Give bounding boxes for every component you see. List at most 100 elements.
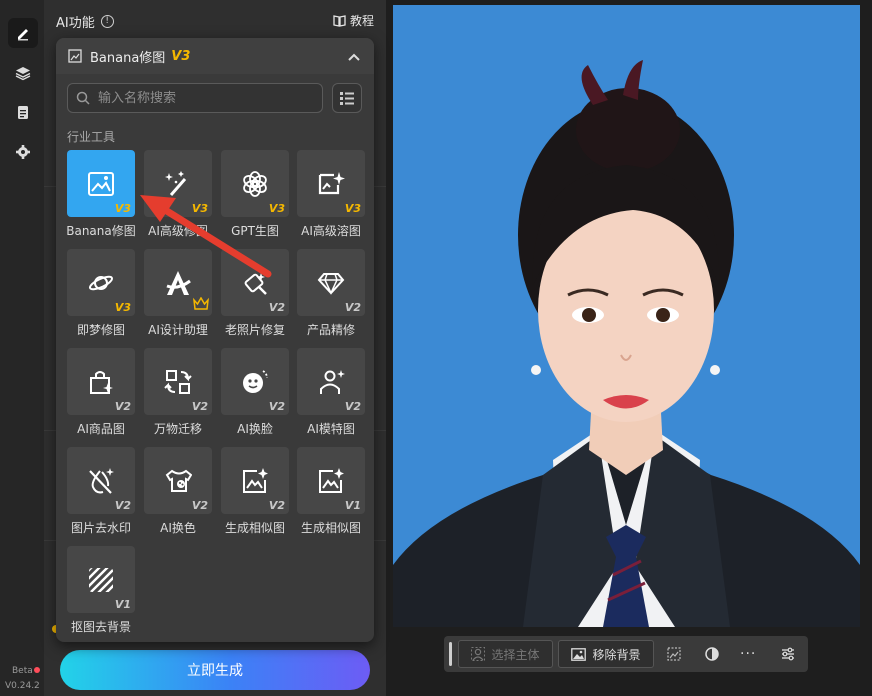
tool-ai-advanced-blend[interactable]: V3 AI高级溶图 [297,150,375,242]
image-sparkle-icon [319,467,344,493]
version-badge: V1 [344,499,361,512]
tool-label: AI商品图 [77,422,125,436]
tool-tile[interactable]: V3 [67,249,135,316]
tool-tile[interactable]: V2 [144,447,212,514]
tool-tile[interactable]: V1 [67,546,135,613]
tool-ai-model-image[interactable]: V2 AI模特图 [297,348,375,440]
tool-label: 生成相似图 [224,521,285,535]
generate-button[interactable]: 立即生成 [60,650,370,690]
tool-tile[interactable]: V3 [297,150,365,217]
select-subject-button[interactable]: 选择主体 [458,640,553,668]
tool-tile[interactable]: V2 [221,447,289,514]
portrait-photo [393,5,860,627]
version-badge: V2 [268,301,285,314]
tool-tile[interactable]: V2 [144,348,212,415]
contrast-icon[interactable] [704,646,720,662]
sliders-icon[interactable] [780,646,796,662]
select-subject-label: 选择主体 [491,647,540,662]
diamond-icon [317,272,345,295]
tool-ai-recolor[interactable]: V2 AI换色 [144,447,222,539]
tool-old-photo-repair[interactable]: V2 老照片修复 [221,249,299,341]
tool-tile[interactable]: V3 [67,150,135,217]
left-rail: Beta V0.24.2 [0,0,45,696]
chevron-up-icon[interactable] [348,50,360,64]
version-badge: V3 [114,202,131,215]
dropdown-header[interactable]: Banana修图 V3 [56,38,374,74]
tool-label: 老照片修复 [224,323,285,337]
tool-ai-design-assistant[interactable]: AI设计助理 [144,249,222,341]
image-sparkle-icon [243,467,268,493]
tool-tile[interactable]: V2 [67,447,135,514]
tool-tile[interactable]: V2 [297,348,365,415]
tool-label: 万物迁移 [153,422,202,436]
edit-icon[interactable] [8,18,38,48]
cutout-stripes-icon [89,567,113,592]
tool-ai-advanced-edit[interactable]: V3 AI高级修图 [144,150,222,242]
tool-tile[interactable]: V2 [221,249,289,316]
image-icon [571,647,587,661]
info-icon[interactable]: ! [100,14,114,28]
section-label: 行业工具 [67,130,116,144]
shopping-bag-icon [90,370,113,394]
version-badge: V2 [114,400,131,413]
model-person-icon [320,369,345,394]
version-badge: V2 [268,400,285,413]
tool-generate-similar-v1[interactable]: V1 生成相似图 [297,447,375,539]
design-a-icon [166,270,191,295]
remove-background-button[interactable]: 移除背景 [558,640,654,668]
search-icon [76,91,90,105]
tool-label: 生成相似图 [300,521,361,535]
image-edit-icon [68,49,82,63]
shirt-palette-icon [165,469,192,492]
search-input[interactable] [96,89,310,107]
version-badge: V2 [344,400,361,413]
version-badge: V2 [114,499,131,512]
tool-dropdown: Banana修图 V3 行业工具 V3 Banana修图 V3 AI高级修图 V… [56,38,374,642]
sparkle-image-icon [318,171,345,194]
gear-icon[interactable] [8,137,38,167]
search-box[interactable] [67,83,323,113]
tool-tile[interactable]: V2 [221,348,289,415]
tool-label: AI换脸 [237,422,273,436]
tool-tile[interactable] [144,249,212,316]
tool-label: GPT生图 [231,224,279,238]
transfer-icon [164,369,192,394]
tutorial-link[interactable]: 教程 [333,12,374,29]
tool-label: AI设计助理 [148,323,208,337]
tool-universal-transfer[interactable]: V2 万物迁移 [144,348,222,440]
tool-generate-similar-v2[interactable]: V2 生成相似图 [221,447,299,539]
beta-label: Beta [12,666,33,676]
panel-header: AI功能 ! 教程 [56,10,374,32]
tool-tile[interactable]: V2 [67,348,135,415]
tool-label: 图片去水印 [70,521,131,535]
list-view-toggle[interactable] [332,83,362,113]
tool-label: AI换色 [160,521,196,535]
tool-tile[interactable]: V2 [297,249,365,316]
tool-gpt-image[interactable]: V3 GPT生图 [221,150,299,242]
tool-ai-product-image[interactable]: V2 AI商品图 [67,348,145,440]
tool-tile[interactable]: V3 [144,150,212,217]
tool-cutout-remove-bg[interactable]: V1 抠图去背景 [67,546,145,638]
tool-ai-face-swap[interactable]: V2 AI换脸 [221,348,299,440]
tool-tile[interactable]: V3 [221,150,289,217]
planet-icon [88,275,114,290]
version-badge: V3 [344,202,361,215]
more-options-icon[interactable]: ... [740,642,756,658]
tool-tile[interactable]: V1 [297,447,365,514]
drag-handle[interactable] [449,642,452,666]
tool-banana-edit[interactable]: V3 Banana修图 [66,150,145,242]
tool-label: 抠图去背景 [70,620,131,634]
tool-product-retouch[interactable]: V2 产品精修 [297,249,375,341]
tool-jimeng-edit[interactable]: V3 即梦修图 [67,249,145,341]
person-outline-icon [471,647,486,661]
tool-watermark-remove[interactable]: V2 图片去水印 [67,447,145,539]
clipboard-icon[interactable] [8,97,38,127]
crop-image-icon[interactable] [666,646,682,662]
version-badge: V2 [268,499,285,512]
version-badge: V1 [114,598,131,611]
version-badge: V2 [191,499,208,512]
layers-icon[interactable] [8,58,38,88]
tool-label: 即梦修图 [76,323,125,337]
list-view-icon [340,91,354,105]
version-badge: V3 [191,202,208,215]
